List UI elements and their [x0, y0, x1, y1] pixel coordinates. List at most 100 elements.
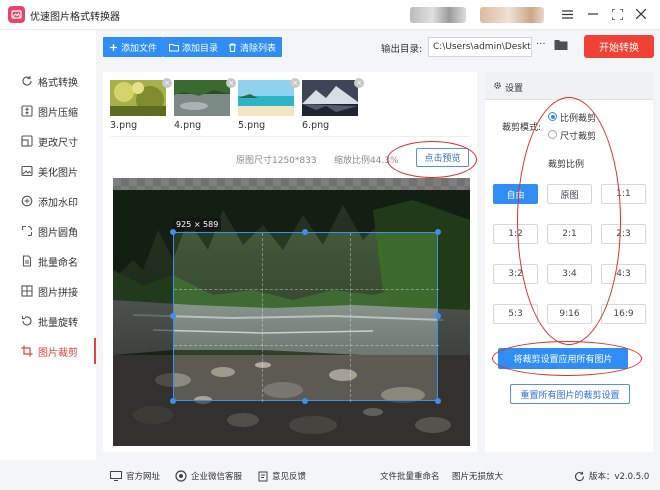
output-path-field[interactable]: C:\Users\admin\Deskto	[428, 37, 532, 57]
browse-more-button[interactable]: ···	[536, 39, 546, 50]
sidebar-item-round-corner[interactable]: 图片圆角	[0, 218, 96, 244]
crop-handle-left[interactable]	[170, 313, 176, 319]
settings-header: 设置	[485, 72, 653, 100]
website-link[interactable]: 官方网址	[110, 470, 160, 482]
sidebar-item-watermark[interactable]: 添加水印	[0, 188, 96, 214]
feedback-label: 意见反馈	[272, 472, 307, 482]
crop-canvas[interactable]: 925 × 589	[113, 178, 470, 446]
menu-icon[interactable]	[560, 7, 574, 21]
thumbnail-4[interactable]	[174, 80, 230, 116]
thumbnail-6[interactable]	[302, 80, 358, 116]
divider	[110, 136, 470, 137]
monitor-icon	[110, 471, 122, 481]
close-icon[interactable]	[634, 7, 648, 21]
ratio-16-9-button[interactable]: 16:9	[601, 304, 646, 324]
sidebar-item-resize[interactable]: 更改尺寸	[0, 128, 96, 154]
refresh-icon	[20, 75, 33, 88]
remove-thumb-5-icon[interactable]: ×	[290, 78, 300, 88]
sidebar-item-label: 批量旋转	[38, 317, 78, 329]
sidebar-item-label: 图片圆角	[38, 227, 78, 239]
resize-icon	[20, 135, 33, 148]
crop-handle-bottom[interactable]	[302, 398, 308, 404]
sidebar	[0, 30, 96, 460]
crop-handle-bottom-right[interactable]	[435, 398, 441, 404]
crop-mask-bottom	[113, 401, 470, 446]
crop-guide	[174, 345, 439, 346]
sidebar-item-stitch[interactable]: 图片拼接	[0, 278, 96, 304]
crop-handle-top-right[interactable]	[435, 229, 441, 235]
version-info: 版本：v2.0.5.0	[574, 470, 649, 482]
sidebar-item-label: 批量命名	[38, 257, 78, 269]
settings-title: 设置	[505, 84, 524, 94]
app-logo-icon	[8, 6, 25, 23]
thumbnail-5-label: 5.png	[238, 120, 266, 131]
add-directory-button[interactable]: 添加目录	[163, 37, 225, 57]
lossless-upscale-link[interactable]: 图片无损放大	[452, 470, 503, 482]
thumbnail-3-label: 3.png	[110, 120, 138, 131]
remove-thumb-4-icon[interactable]: ×	[226, 78, 236, 88]
sidebar-item-label: 更改尺寸	[38, 137, 78, 149]
crop-handle-bottom-left[interactable]	[170, 398, 176, 404]
annotation-oval-ratio	[517, 97, 621, 345]
website-label: 官方网址	[126, 472, 161, 482]
add-file-icon	[109, 43, 118, 52]
remove-thumb-3-icon[interactable]: ×	[162, 78, 172, 88]
wechat-service-link[interactable]: 企业微信客服	[175, 470, 242, 482]
version-label: 版本：v2.0.5.0	[589, 472, 650, 482]
compress-icon	[20, 105, 33, 118]
maximize-icon[interactable]	[610, 7, 624, 21]
chat-icon	[175, 470, 187, 482]
image-icon	[20, 165, 33, 178]
add-directory-label: 添加目录	[182, 43, 219, 54]
crop-icon	[20, 345, 33, 358]
sidebar-item-label: 图片裁剪	[38, 347, 78, 359]
gear-icon	[493, 81, 502, 93]
watermark-icon	[20, 195, 33, 208]
annotation-oval-apply	[492, 341, 642, 376]
sidebar-item-crop[interactable]: 图片裁剪	[0, 338, 96, 364]
crop-handle-top[interactable]	[302, 229, 308, 235]
remove-thumb-6-icon[interactable]: ×	[354, 78, 364, 88]
open-folder-icon[interactable]	[554, 38, 568, 54]
sidebar-item-rename[interactable]: 批量命名	[0, 248, 96, 274]
minimize-icon[interactable]	[586, 7, 600, 21]
feedback-icon	[258, 471, 268, 482]
original-size-text: 原图尺寸1250*833	[236, 156, 317, 166]
sidebar-item-label: 图片压缩	[38, 107, 78, 119]
thumbnail-5[interactable]	[238, 80, 294, 116]
sidebar-item-label: 美化图片	[38, 167, 78, 179]
clear-list-button[interactable]: 清除列表	[222, 37, 283, 57]
sidebar-item-beautify[interactable]: 美化图片	[0, 158, 96, 184]
crop-guide	[262, 233, 263, 402]
thumbnail-4-label: 4.png	[174, 120, 202, 131]
reset-crop-all-button[interactable]: 重置所有图片的裁剪设置	[510, 384, 630, 404]
crop-handle-top-left[interactable]	[170, 229, 176, 235]
add-file-label: 添加文件	[121, 43, 158, 54]
crop-mask-left	[113, 232, 173, 401]
sidebar-item-compress[interactable]: 图片压缩	[0, 98, 96, 124]
crop-guide	[174, 289, 439, 290]
wechat-label: 企业微信客服	[191, 472, 243, 482]
crop-mask-top	[113, 178, 470, 232]
user-name-blurred[interactable]	[480, 7, 544, 23]
sidebar-item-rotate[interactable]: 批量旋转	[0, 308, 96, 334]
sidebar-item-label: 添加水印	[38, 197, 78, 209]
rotate-icon	[20, 315, 33, 328]
title-bar: 优速图片格式转换器	[0, 0, 660, 30]
crop-box[interactable]	[173, 232, 439, 402]
clear-list-label: 清除列表	[240, 43, 277, 54]
batch-rename-link[interactable]: 文件批量重命名	[380, 470, 440, 482]
corner-icon	[20, 225, 33, 238]
feedback-link[interactable]: 意见反馈	[258, 470, 306, 482]
user-avatar-blurred[interactable]	[410, 7, 466, 23]
add-file-button[interactable]: 添加文件	[103, 37, 164, 57]
sidebar-item-label: 图片拼接	[38, 287, 78, 299]
thumbnail-6-label: 6.png	[302, 120, 330, 131]
start-convert-button[interactable]: 开始转换	[584, 35, 654, 58]
sidebar-item-format-convert[interactable]: 格式转换	[0, 68, 96, 94]
crop-mask-right	[438, 232, 470, 401]
thumbnail-3[interactable]	[110, 80, 166, 116]
stitch-icon	[20, 285, 33, 298]
crop-handle-right[interactable]	[435, 313, 441, 319]
crop-guide	[350, 233, 351, 402]
